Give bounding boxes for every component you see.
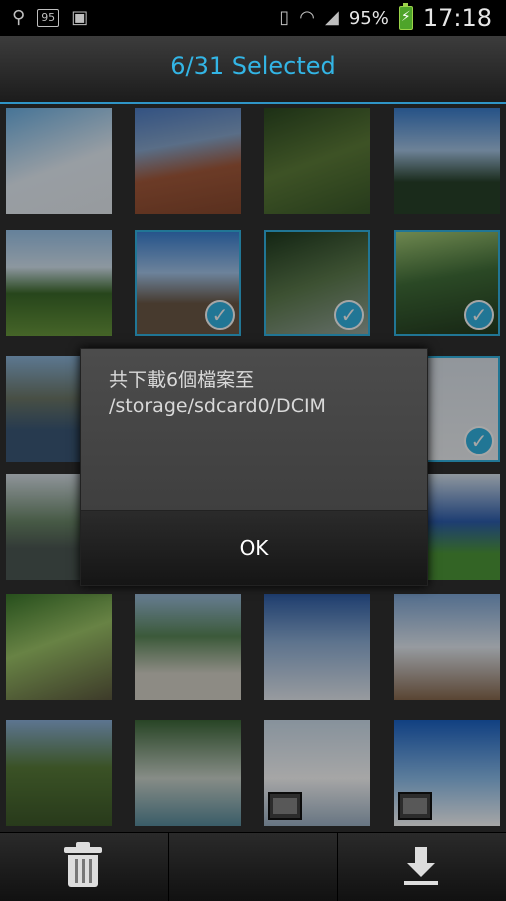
delete-button[interactable] (0, 833, 169, 901)
gallery-icon: ▣ (71, 7, 89, 28)
signal-icon: ◢ (324, 7, 339, 28)
trash-icon (64, 842, 102, 887)
action-bar: 6/31 Selected (0, 36, 506, 104)
bottom-toolbar (0, 832, 506, 901)
usb-icon: ⚲ (12, 7, 26, 28)
page-title: 6/31 Selected (170, 52, 336, 80)
wifi-icon: ◠ (299, 7, 315, 28)
download-icon (404, 847, 438, 887)
download-button[interactable] (338, 833, 506, 901)
dialog-message: 共下載6個檔案至 /storage/sdcard0/DCIM (109, 369, 326, 417)
battery-percent: 95% (348, 7, 389, 29)
vibrate-icon: ▯ (279, 7, 290, 28)
battery-status-icon: 95 (37, 9, 60, 27)
download-complete-dialog: 共下載6個檔案至 /storage/sdcard0/DCIM OK (80, 348, 428, 586)
battery-icon: ⚡ (398, 3, 413, 30)
ok-button[interactable]: OK (81, 510, 427, 585)
status-bar: ⚲ 95 ▣ ▯ ◠ ◢ 95% ⚡ 17:18 (0, 0, 506, 36)
toolbar-empty-slot (169, 833, 338, 901)
clock: 17:18 (422, 4, 492, 32)
